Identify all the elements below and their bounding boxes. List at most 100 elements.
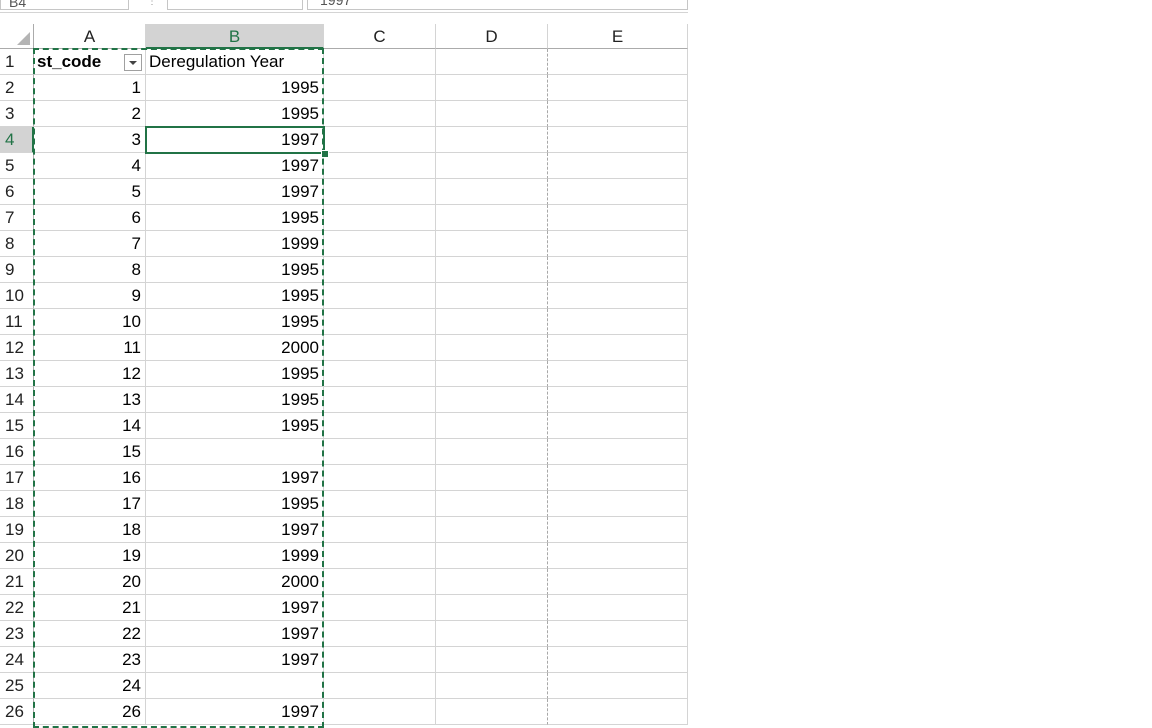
cell-st-code[interactable]: 26 xyxy=(34,699,146,725)
cell-empty[interactable] xyxy=(548,413,688,439)
row-header[interactable]: 16 xyxy=(0,439,34,465)
column-header-b[interactable]: B xyxy=(146,24,324,49)
row-header[interactable]: 4 xyxy=(0,127,34,153)
cell-empty[interactable] xyxy=(548,101,688,127)
cell-b1[interactable]: Deregulation Year xyxy=(146,49,324,75)
row-header[interactable]: 9 xyxy=(0,257,34,283)
cell-empty[interactable] xyxy=(436,127,548,153)
cell-empty[interactable] xyxy=(436,699,548,725)
row-header[interactable]: 26 xyxy=(0,699,34,725)
row-header[interactable]: 17 xyxy=(0,465,34,491)
cell-st-code[interactable]: 16 xyxy=(34,465,146,491)
cell-st-code[interactable]: 20 xyxy=(34,569,146,595)
column-header-e[interactable]: E xyxy=(548,24,688,49)
row-header[interactable]: 1 xyxy=(0,49,34,75)
row-header[interactable]: 25 xyxy=(0,673,34,699)
cell-deregulation-year[interactable]: 1995 xyxy=(146,491,324,517)
cell-empty[interactable] xyxy=(548,75,688,101)
cell-deregulation-year[interactable]: 1997 xyxy=(146,621,324,647)
cell-st-code[interactable]: 22 xyxy=(34,621,146,647)
cell-st-code[interactable]: 5 xyxy=(34,179,146,205)
cell-st-code[interactable]: 6 xyxy=(34,205,146,231)
cell-deregulation-year[interactable]: 1995 xyxy=(146,75,324,101)
cell-empty[interactable] xyxy=(436,335,548,361)
cell-st-code[interactable]: 12 xyxy=(34,361,146,387)
cell-deregulation-year[interactable]: 1995 xyxy=(146,413,324,439)
cell-empty[interactable] xyxy=(324,257,436,283)
filter-dropdown-icon[interactable] xyxy=(124,54,142,71)
cell-deregulation-year[interactable]: 1997 xyxy=(146,127,324,153)
cell-empty[interactable] xyxy=(324,179,436,205)
cell-deregulation-year[interactable]: 1995 xyxy=(146,257,324,283)
cell-empty[interactable] xyxy=(436,569,548,595)
cell-empty[interactable] xyxy=(548,127,688,153)
select-all-button[interactable] xyxy=(0,24,34,49)
cell-empty[interactable] xyxy=(324,231,436,257)
row-header[interactable]: 2 xyxy=(0,75,34,101)
cell-empty[interactable] xyxy=(324,699,436,725)
cell-empty[interactable] xyxy=(324,283,436,309)
cell-empty[interactable] xyxy=(548,439,688,465)
enter-icon[interactable]: ✓ xyxy=(228,0,239,1)
cell-empty[interactable] xyxy=(436,309,548,335)
formula-input[interactable]: 1997 xyxy=(307,0,688,10)
cell-deregulation-year[interactable]: 1995 xyxy=(146,101,324,127)
cell-empty[interactable] xyxy=(436,413,548,439)
cell-empty[interactable] xyxy=(548,465,688,491)
cell-empty[interactable] xyxy=(548,517,688,543)
cell-empty[interactable] xyxy=(548,309,688,335)
row-header[interactable]: 24 xyxy=(0,647,34,673)
cell-st-code[interactable]: 1 xyxy=(34,75,146,101)
cell-deregulation-year[interactable]: 1995 xyxy=(146,361,324,387)
cell-empty[interactable] xyxy=(436,179,548,205)
cell-deregulation-year[interactable]: 1999 xyxy=(146,543,324,569)
cell-empty[interactable] xyxy=(324,413,436,439)
cell-st-code[interactable]: 13 xyxy=(34,387,146,413)
cell-empty[interactable] xyxy=(324,127,436,153)
row-header[interactable]: 3 xyxy=(0,101,34,127)
cell-st-code[interactable]: 23 xyxy=(34,647,146,673)
cell-st-code[interactable]: 8 xyxy=(34,257,146,283)
cell-empty[interactable] xyxy=(436,491,548,517)
cell-empty[interactable] xyxy=(324,387,436,413)
cell-empty[interactable] xyxy=(436,361,548,387)
cell-empty[interactable] xyxy=(324,335,436,361)
cell-empty[interactable] xyxy=(324,439,436,465)
cell-empty[interactable] xyxy=(324,205,436,231)
row-header[interactable]: 22 xyxy=(0,595,34,621)
cell-empty[interactable] xyxy=(548,569,688,595)
cell-empty[interactable] xyxy=(548,179,688,205)
column-header-d[interactable]: D xyxy=(436,24,548,49)
cell-st-code[interactable]: 11 xyxy=(34,335,146,361)
cell-empty[interactable] xyxy=(324,309,436,335)
cell-deregulation-year[interactable]: 2000 xyxy=(146,569,324,595)
fill-handle[interactable] xyxy=(321,150,329,158)
cell-deregulation-year[interactable]: 1997 xyxy=(146,153,324,179)
cell-empty[interactable] xyxy=(548,595,688,621)
cell-empty[interactable] xyxy=(436,595,548,621)
cell-empty[interactable] xyxy=(324,673,436,699)
cell-st-code[interactable]: 9 xyxy=(34,283,146,309)
row-header[interactable]: 19 xyxy=(0,517,34,543)
cell-empty[interactable] xyxy=(324,543,436,569)
cell-empty[interactable] xyxy=(436,205,548,231)
cell-st-code[interactable]: 4 xyxy=(34,153,146,179)
cell-empty[interactable] xyxy=(548,699,688,725)
cell-empty[interactable] xyxy=(548,283,688,309)
cell-empty[interactable] xyxy=(436,387,548,413)
cell-empty[interactable] xyxy=(548,621,688,647)
row-header[interactable]: 6 xyxy=(0,179,34,205)
row-header[interactable]: 5 xyxy=(0,153,34,179)
cell-empty[interactable] xyxy=(548,673,688,699)
cell-empty[interactable] xyxy=(548,387,688,413)
cell-e1[interactable] xyxy=(548,49,688,75)
cell-empty[interactable] xyxy=(436,621,548,647)
row-header[interactable]: 14 xyxy=(0,387,34,413)
cell-deregulation-year[interactable]: 1997 xyxy=(146,647,324,673)
cell-d1[interactable] xyxy=(436,49,548,75)
cell-empty[interactable] xyxy=(548,543,688,569)
cell-st-code[interactable]: 18 xyxy=(34,517,146,543)
cell-deregulation-year[interactable]: 1997 xyxy=(146,179,324,205)
cell-deregulation-year[interactable]: 1997 xyxy=(146,517,324,543)
cell-deregulation-year[interactable]: 1995 xyxy=(146,309,324,335)
